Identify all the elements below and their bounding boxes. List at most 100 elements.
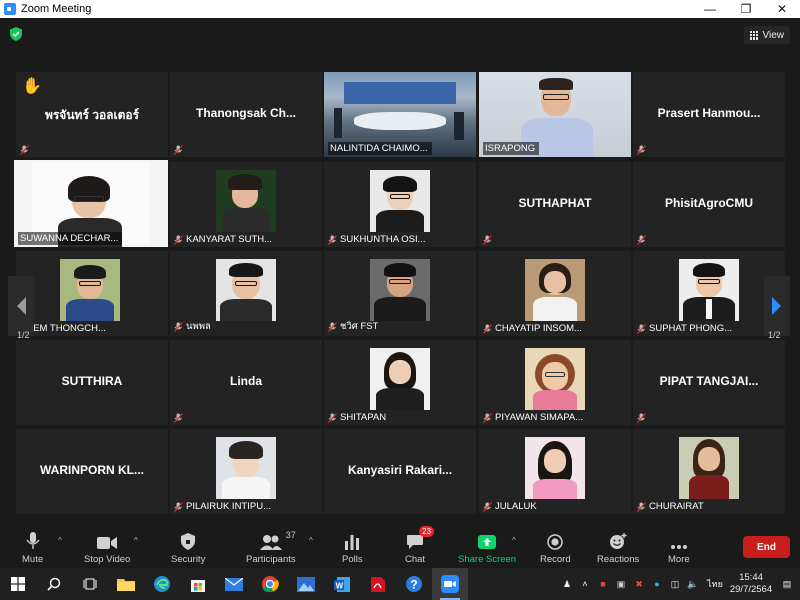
taskbar-photos[interactable] (288, 568, 324, 600)
share-screen-button[interactable]: Share Screen (458, 530, 516, 568)
participant-tile[interactable]: ISRAPONG (479, 72, 631, 157)
taskbar-file-explorer[interactable] (108, 568, 144, 600)
maximize-button[interactable]: ❐ (728, 0, 764, 18)
participant-tile-active-speaker[interactable]: SUWANNA DECHAR... (14, 160, 168, 247)
taskbar-acrobat[interactable] (360, 568, 396, 600)
minimize-button[interactable]: — (692, 0, 728, 18)
participant-tile[interactable]: SUKHUNTHA OSI... (324, 162, 476, 247)
participant-tile[interactable]: นพพล (170, 251, 322, 336)
share-options-caret[interactable]: ^ (512, 536, 516, 545)
stop-video-button[interactable]: Stop Video (84, 530, 130, 568)
search-button[interactable] (36, 568, 72, 600)
previous-page-button[interactable] (8, 276, 34, 336)
video-options-caret[interactable]: ^ (134, 536, 138, 545)
tray-app-icon[interactable]: ▣ (612, 579, 630, 590)
photos-icon (297, 576, 315, 592)
window-title: Zoom Meeting (21, 3, 92, 15)
page-indicator-right: 1/2 (768, 330, 781, 340)
tray-app-icon[interactable]: ✖ (630, 579, 648, 590)
tray-app-icon[interactable]: ■ (594, 579, 612, 589)
participant-tile[interactable]: PIPAT TANGJAI... (633, 340, 785, 425)
raised-hand-icon: ✋ (22, 78, 42, 95)
participant-tile[interactable]: WARINPORN KL... (16, 429, 168, 514)
taskbar-mail[interactable] (216, 568, 252, 600)
participant-tile[interactable]: SUPHAT PHONG... (633, 251, 785, 336)
record-button[interactable]: Record (540, 530, 571, 568)
mute-options-caret[interactable]: ^ (58, 536, 62, 545)
start-button[interactable] (0, 568, 36, 600)
participants-button[interactable]: 37 Participants (246, 530, 296, 568)
mic-muted-icon (174, 234, 183, 245)
microphone-icon (26, 530, 40, 550)
participant-tile[interactable]: SUTTHIRA (16, 340, 168, 425)
volume-icon[interactable]: 🔈 (684, 579, 702, 590)
participant-tile[interactable]: SUTHAPHAT (479, 162, 631, 247)
share-screen-icon (478, 530, 497, 550)
participant-photo (525, 437, 585, 499)
zoom-icon (441, 575, 459, 593)
more-button[interactable]: More (668, 530, 690, 568)
participants-options-caret[interactable]: ^ (309, 536, 313, 545)
mic-muted-icon (483, 501, 492, 512)
participant-tile[interactable]: PIYAWAN SIMAPA... (479, 340, 631, 425)
participant-tile[interactable]: CHURAIRAT (633, 429, 785, 514)
zoom-app-icon (4, 3, 16, 15)
participant-name: SUPHAT PHONG... (649, 323, 733, 334)
participant-tile[interactable]: ชวิศ FST (324, 251, 476, 336)
participant-tile[interactable]: CHAYATIP INSOM... (479, 251, 631, 336)
windows-logo-icon (11, 577, 25, 591)
system-tray: ♟ ˄ ■ ▣ ✖ ● ◫ 🔈 ไทย 15:44 29/7/2564 ▤ (558, 568, 800, 600)
chat-bubble-icon: 23 (406, 526, 435, 550)
network-icon[interactable]: ◫ (666, 579, 684, 590)
close-button[interactable]: ✕ (764, 0, 800, 18)
reactions-button[interactable]: Reactions (597, 530, 639, 568)
taskbar-help[interactable]: ? (396, 568, 432, 600)
participant-photo (216, 259, 276, 321)
svg-text:W: W (335, 581, 343, 590)
participant-name: Linda (230, 374, 262, 388)
tray-overflow-chevron-icon[interactable]: ˄ (576, 579, 594, 589)
people-icon[interactable]: ♟ (558, 579, 576, 590)
mute-button[interactable]: Mute (22, 530, 43, 568)
participant-label: SUKHUNTHA OSI... (328, 234, 426, 245)
taskbar-store[interactable] (180, 568, 216, 600)
taskbar-edge[interactable] (144, 568, 180, 600)
participant-photo (216, 437, 276, 499)
participant-tile[interactable]: Linda (170, 340, 322, 425)
security-button[interactable]: Security (171, 530, 205, 568)
input-language[interactable]: ไทย (702, 577, 728, 591)
participant-tile[interactable]: PREM THONGCH... (16, 251, 168, 336)
help-icon: ? (406, 576, 422, 592)
more-dots-icon (670, 530, 688, 550)
participant-tile[interactable]: KANYARAT SUTH... (170, 162, 322, 247)
participant-tile[interactable]: PhisitAgroCMU (633, 162, 785, 247)
participant-photo (370, 170, 430, 232)
taskbar-zoom[interactable] (432, 568, 468, 600)
taskbar-word[interactable]: W (324, 568, 360, 600)
tray-app-icon[interactable]: ● (648, 579, 666, 589)
participant-tile[interactable]: NALINTIDA CHAIMO... (324, 72, 476, 157)
chat-unread-badge: 23 (419, 526, 435, 537)
participant-tile[interactable]: ✋ พรจันทร์ วอลเตอร์ (16, 72, 168, 157)
participant-name: Kanyasiri Rakari... (347, 463, 453, 477)
participant-tile[interactable]: Thanongsak Ch... (170, 72, 322, 157)
notifications-icon[interactable]: ▤ (774, 579, 800, 590)
taskbar-clock[interactable]: 15:44 29/7/2564 (728, 572, 774, 596)
end-meeting-button[interactable]: End (743, 536, 790, 558)
next-page-button[interactable] (764, 276, 790, 336)
participant-tile[interactable]: Kanyasiri Rakari... (324, 429, 476, 514)
participant-tile[interactable]: PILAIRUK INTIPU... (170, 429, 322, 514)
participant-tile[interactable]: Prasert Hanmou... (633, 72, 785, 157)
polls-button[interactable]: Polls (342, 530, 363, 568)
task-view-button[interactable] (72, 568, 108, 600)
taskbar-chrome[interactable] (252, 568, 288, 600)
chat-button[interactable]: 23 Chat (405, 526, 435, 568)
mic-muted-icon (328, 412, 337, 423)
participant-name: SUTHAPHAT (518, 196, 592, 210)
participant-tile[interactable]: JULALUK (479, 429, 631, 514)
participant-label: ISRAPONG (483, 142, 540, 155)
word-icon: W (333, 576, 350, 592)
participant-tile[interactable]: SHITAPAN (324, 340, 476, 425)
store-bag-icon (191, 580, 205, 592)
arrow-right-icon (772, 297, 781, 315)
